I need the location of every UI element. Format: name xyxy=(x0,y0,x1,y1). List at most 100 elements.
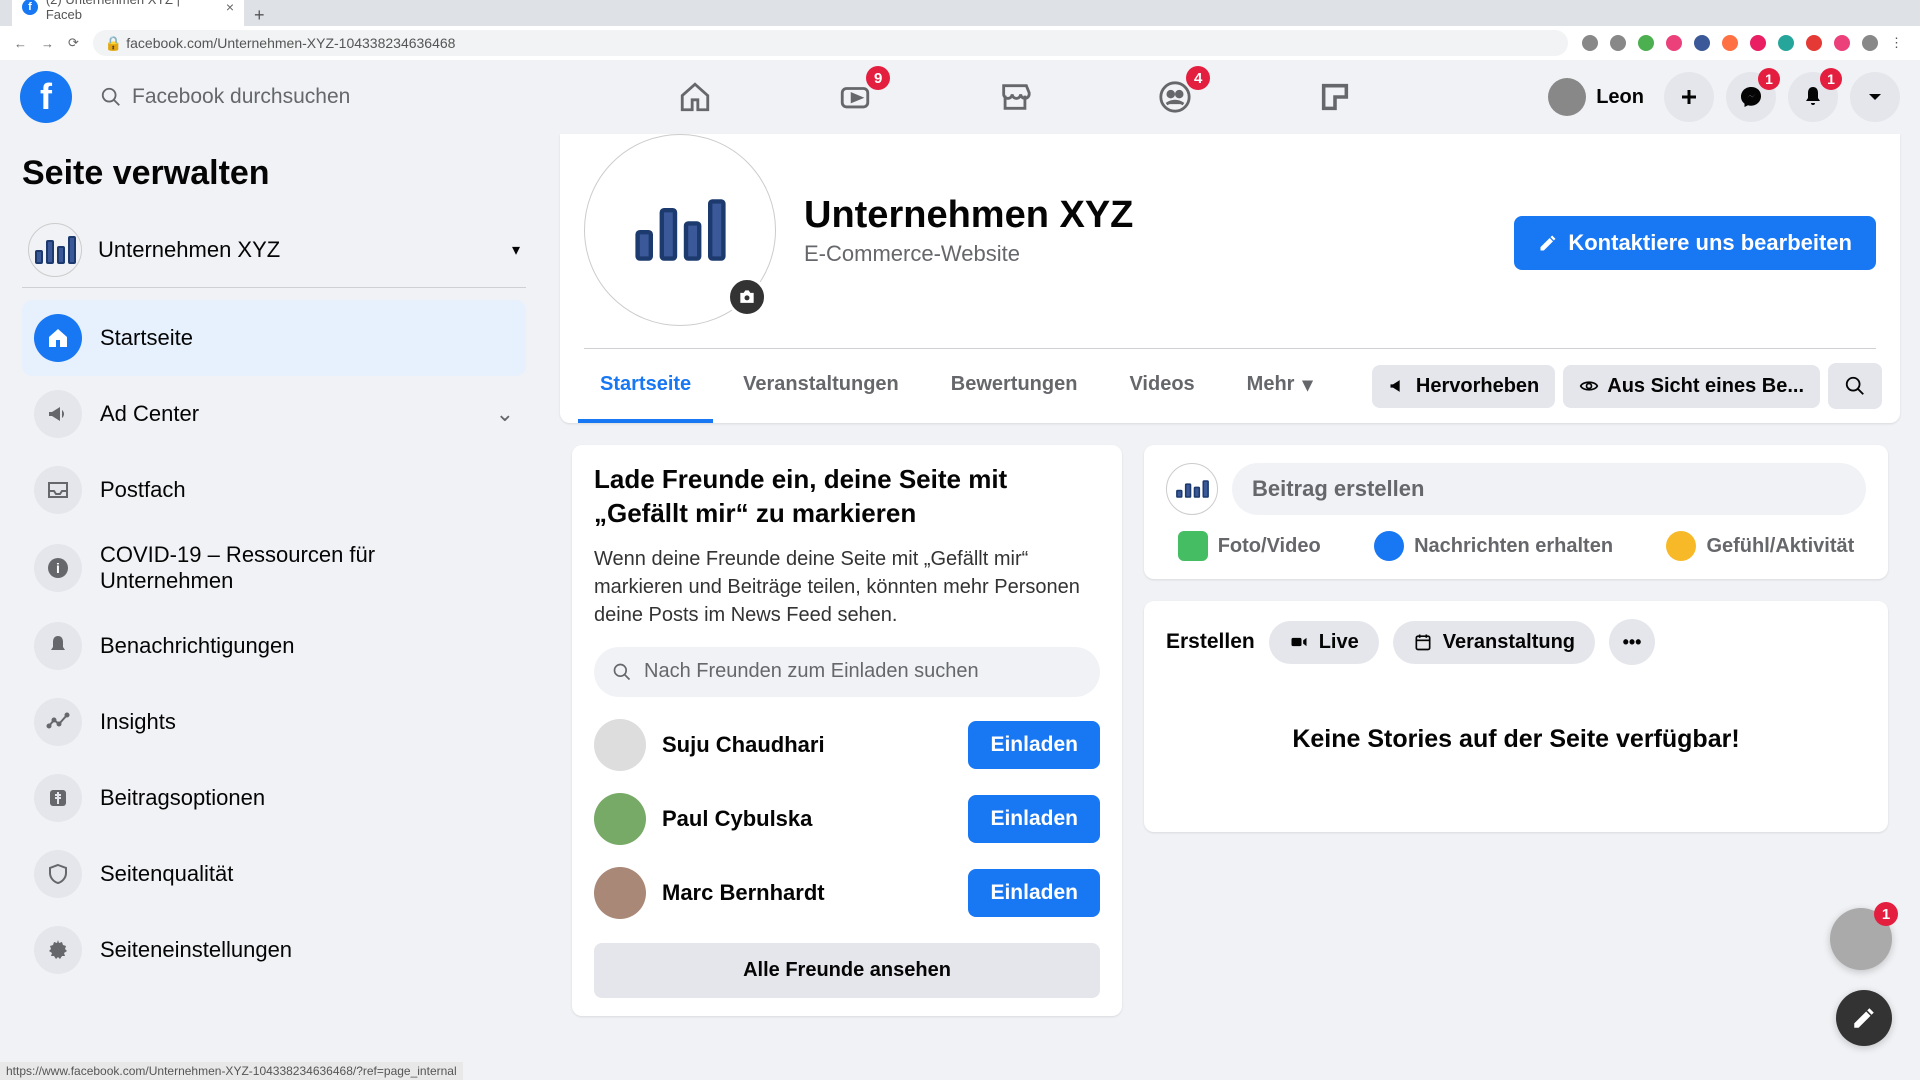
get-messages-button[interactable]: Nachrichten erhalten xyxy=(1374,531,1613,561)
reload-icon[interactable]: ⟳ xyxy=(68,35,79,51)
action-label: Gefühl/Aktivität xyxy=(1706,535,1854,558)
friend-search-placeholder: Nach Freunden zum Einladen suchen xyxy=(644,660,979,683)
ext-icon[interactable] xyxy=(1582,35,1598,51)
tab-startseite[interactable]: Startseite xyxy=(578,349,713,423)
notif-badge: 1 xyxy=(1820,68,1842,90)
publishing-icon xyxy=(46,786,70,810)
new-message-button[interactable] xyxy=(1836,990,1892,1046)
menu-icon[interactable]: ⋮ xyxy=(1890,35,1906,51)
sidebar-item-publishing-tools[interactable]: Beitragsoptionen xyxy=(22,760,526,836)
ext-icon[interactable] xyxy=(1666,35,1682,51)
feeling-activity-button[interactable]: Gefühl/Aktivität xyxy=(1666,531,1854,561)
url-text: facebook.com/Unternehmen-XYZ-10433823463… xyxy=(126,35,455,51)
photo-video-button[interactable]: Foto/Video xyxy=(1178,531,1321,561)
tab-mehr[interactable]: Mehr▾ xyxy=(1225,349,1335,423)
tab-label: Veranstaltungen xyxy=(743,373,899,396)
forward-icon[interactable]: → xyxy=(41,36,54,51)
friend-search-input[interactable]: Nach Freunden zum Einladen suchen xyxy=(594,647,1100,697)
friend-name: Suju Chaudhari xyxy=(662,732,952,758)
invite-button[interactable]: Einladen xyxy=(968,795,1100,843)
tab-veranstaltungen[interactable]: Veranstaltungen xyxy=(721,349,921,423)
button-label: Hervorheben xyxy=(1416,375,1539,398)
create-story-card: Erstellen Live Veranstaltung ••• Keine S… xyxy=(1144,601,1888,832)
friend-row: Paul Cybulska Einladen xyxy=(594,793,1100,845)
messenger-badge: 1 xyxy=(1758,68,1780,90)
sidebar-item-label: Startseite xyxy=(100,325,193,351)
avatar-icon[interactable] xyxy=(1862,35,1878,51)
post-composer-card: Beitrag erstellen Foto/Video Nachrichten… xyxy=(1144,445,1888,579)
ext-icon[interactable] xyxy=(1778,35,1794,51)
back-icon[interactable]: ← xyxy=(14,36,27,51)
notifications-button[interactable]: 1 xyxy=(1788,72,1838,122)
page-header: Unternehmen XYZ E-Commerce-Website Konta… xyxy=(560,166,1900,348)
sidebar-item-insights[interactable]: Insights xyxy=(22,684,526,760)
view-as-button[interactable]: Aus Sicht eines Be... xyxy=(1563,365,1820,408)
sidebar-item-startseite[interactable]: Startseite xyxy=(22,300,526,376)
messenger-button[interactable]: 1 xyxy=(1726,72,1776,122)
sidebar-item-ad-center[interactable]: Ad Center ⌄ xyxy=(22,376,526,452)
tab-videos[interactable]: Videos xyxy=(1107,349,1216,423)
sidebar-item-settings[interactable]: Seiteneinstellungen xyxy=(22,912,526,988)
avatar xyxy=(594,793,646,845)
search-input[interactable]: Facebook durchsuchen xyxy=(82,71,482,123)
gaming-tab[interactable] xyxy=(1310,72,1360,122)
sidebar-item-label: Ad Center xyxy=(100,401,199,427)
ext-icon[interactable] xyxy=(1638,35,1654,51)
status-bar-url: https://www.facebook.com/Unternehmen-XYZ… xyxy=(0,1062,463,1080)
invite-button[interactable]: Einladen xyxy=(968,721,1100,769)
ext-icon[interactable] xyxy=(1750,35,1766,51)
invite-button[interactable]: Einladen xyxy=(968,869,1100,917)
ext-icon[interactable] xyxy=(1834,35,1850,51)
close-icon[interactable]: × xyxy=(226,0,234,15)
calendar-icon xyxy=(1413,632,1433,652)
create-button[interactable] xyxy=(1664,72,1714,122)
facebook-logo[interactable]: f xyxy=(20,71,72,123)
sidebar-item-covid[interactable]: i COVID-19 – Ressourcen für Unternehmen xyxy=(22,528,526,608)
marketplace-tab[interactable] xyxy=(990,72,1040,122)
account-menu-button[interactable] xyxy=(1850,72,1900,122)
user-profile-link[interactable]: Leon xyxy=(1548,78,1652,116)
url-input[interactable]: 🔒 facebook.com/Unternehmen-XYZ-104338234… xyxy=(93,30,1568,56)
ext-icon[interactable] xyxy=(1610,35,1626,51)
ext-icon[interactable] xyxy=(1722,35,1738,51)
event-button[interactable]: Veranstaltung xyxy=(1393,621,1595,664)
browser-tab[interactable]: f (2) Unternehmen XYZ | Faceb × xyxy=(12,0,244,26)
watch-badge: 9 xyxy=(866,66,890,90)
camera-icon xyxy=(737,287,757,307)
page-avatar xyxy=(1166,463,1218,515)
video-icon xyxy=(1289,632,1309,652)
sidebar-item-label: Beitragsoptionen xyxy=(100,785,265,811)
sidebar-item-inbox[interactable]: Postfach xyxy=(22,452,526,528)
tab-label: Videos xyxy=(1129,373,1194,396)
action-label: Foto/Video xyxy=(1218,535,1321,558)
page-main: Unternehmen XYZ E-Commerce-Website Konta… xyxy=(540,134,1920,1080)
extension-icons: ⋮ xyxy=(1582,35,1906,51)
create-post-input[interactable]: Beitrag erstellen xyxy=(1232,463,1866,515)
edit-contact-button[interactable]: Kontaktiere uns bearbeiten xyxy=(1514,216,1876,270)
photo-icon xyxy=(1178,531,1208,561)
watch-tab[interactable]: 9 xyxy=(830,72,880,122)
page-profile-picture[interactable] xyxy=(584,134,776,326)
tab-bewertungen[interactable]: Bewertungen xyxy=(929,349,1100,423)
shield-icon xyxy=(46,862,70,886)
sidebar-item-page-quality[interactable]: Seitenqualität xyxy=(22,836,526,912)
new-tab-button[interactable]: + xyxy=(244,5,275,26)
more-create-button[interactable]: ••• xyxy=(1609,619,1655,665)
groups-tab[interactable]: 4 xyxy=(1150,72,1200,122)
page-selector[interactable]: Unternehmen XYZ ▾ xyxy=(22,213,526,288)
ext-icon[interactable] xyxy=(1806,35,1822,51)
live-button[interactable]: Live xyxy=(1269,621,1379,664)
sidebar-item-notifications[interactable]: Benachrichtigungen xyxy=(22,608,526,684)
promote-button[interactable]: Hervorheben xyxy=(1372,365,1555,408)
page-search-button[interactable] xyxy=(1828,363,1882,409)
chat-head[interactable]: 1 xyxy=(1830,908,1892,970)
search-icon xyxy=(100,86,122,108)
see-all-friends-button[interactable]: Alle Freunde ansehen xyxy=(594,943,1100,998)
button-label: Einladen xyxy=(990,807,1078,830)
edit-photo-button[interactable] xyxy=(727,277,767,317)
page-title: Unternehmen XYZ xyxy=(804,194,1133,237)
right-nav: Leon 1 1 xyxy=(1548,72,1900,122)
home-tab[interactable] xyxy=(670,72,720,122)
ext-icon[interactable] xyxy=(1694,35,1710,51)
invite-desc: Wenn deine Freunde deine Seite mit „Gefä… xyxy=(594,545,1100,629)
